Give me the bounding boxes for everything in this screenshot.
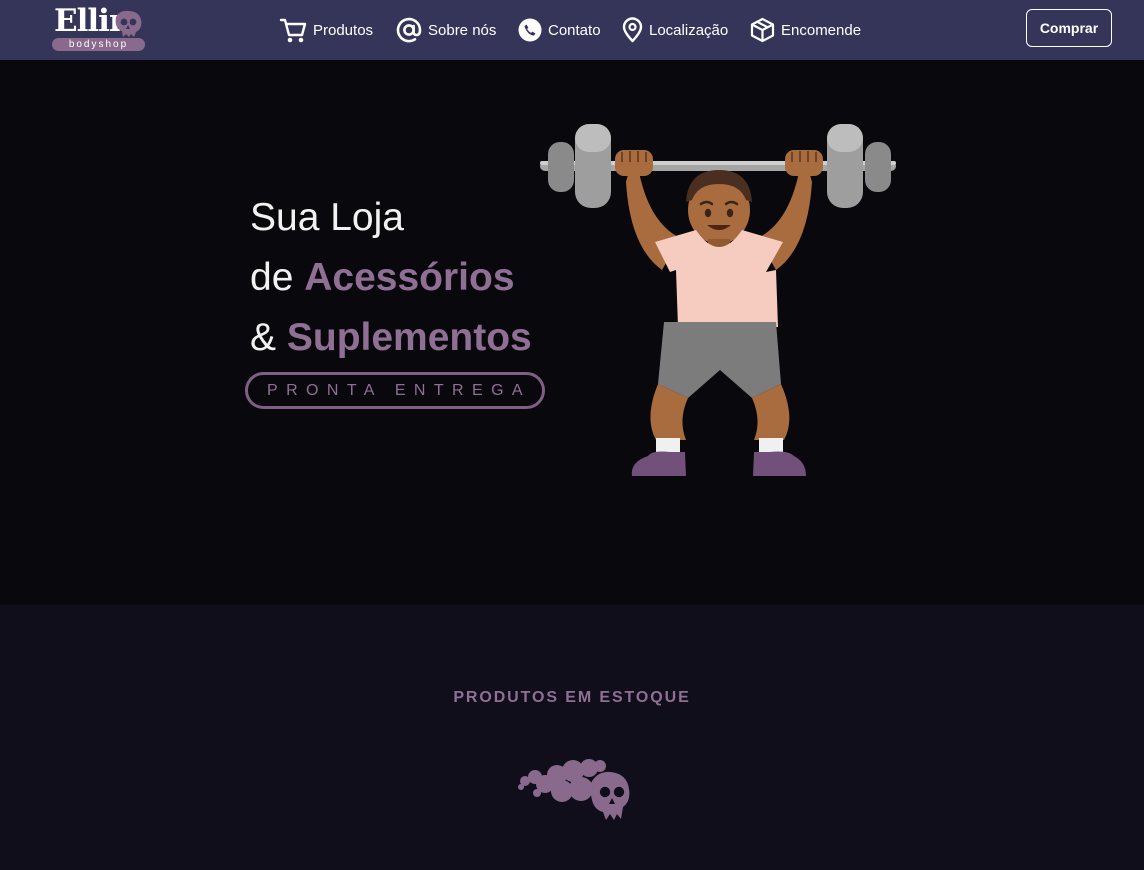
at-sign-icon <box>396 17 422 43</box>
nav-sobre-nos[interactable]: Sobre nós <box>396 0 496 60</box>
weightlifter-illustration <box>540 124 896 476</box>
hero-accent-suplementos: Suplementos <box>286 316 532 359</box>
hero-accent-acessorios: Acessórios <box>304 256 515 299</box>
skull-icon <box>115 10 142 37</box>
hero-section: Sua Loja de Acessórios & Suplementos PRO… <box>0 60 1144 605</box>
nav-label: Encomende <box>781 21 862 39</box>
buy-button[interactable]: Comprar <box>1026 9 1112 47</box>
nav-contato[interactable]: Contato <box>518 0 601 60</box>
nav-localizacao[interactable]: Localização <box>622 0 728 60</box>
logo-subtitle: bodyshop <box>52 38 145 51</box>
map-pin-icon <box>622 17 643 43</box>
hero-line-2: de Acessórios <box>250 256 515 300</box>
site-header: Ellin bodyshop Produtos Sobre nós Contat… <box>0 0 1144 60</box>
phone-icon <box>518 18 542 42</box>
section-title: PRODUTOS EM ESTOQUE <box>453 689 691 706</box>
hero-line-3: & Suplementos <box>250 316 532 360</box>
shopping-cart-icon <box>279 18 307 43</box>
skull-smoke-icon <box>518 759 630 820</box>
nav-produtos[interactable]: Produtos <box>279 0 373 60</box>
hero-line-3-prefix: & <box>250 316 277 359</box>
brand-logo[interactable]: Ellin bodyshop <box>52 3 148 52</box>
nav-label: Produtos <box>313 21 374 39</box>
hero-line-1: Sua Loja <box>250 196 404 239</box>
nav-encomende[interactable]: Encomende <box>750 0 861 60</box>
nav-label: Contato <box>548 21 601 39</box>
nav-label: Sobre nós <box>428 21 497 39</box>
hero-line-2-prefix: de <box>250 256 294 299</box>
pronta-entrega-badge: PRONTA ENTREGA <box>245 372 545 409</box>
nav-label: Localização <box>649 21 729 39</box>
package-icon <box>750 17 775 43</box>
products-section: PRODUTOS EM ESTOQUE <box>0 605 1144 870</box>
